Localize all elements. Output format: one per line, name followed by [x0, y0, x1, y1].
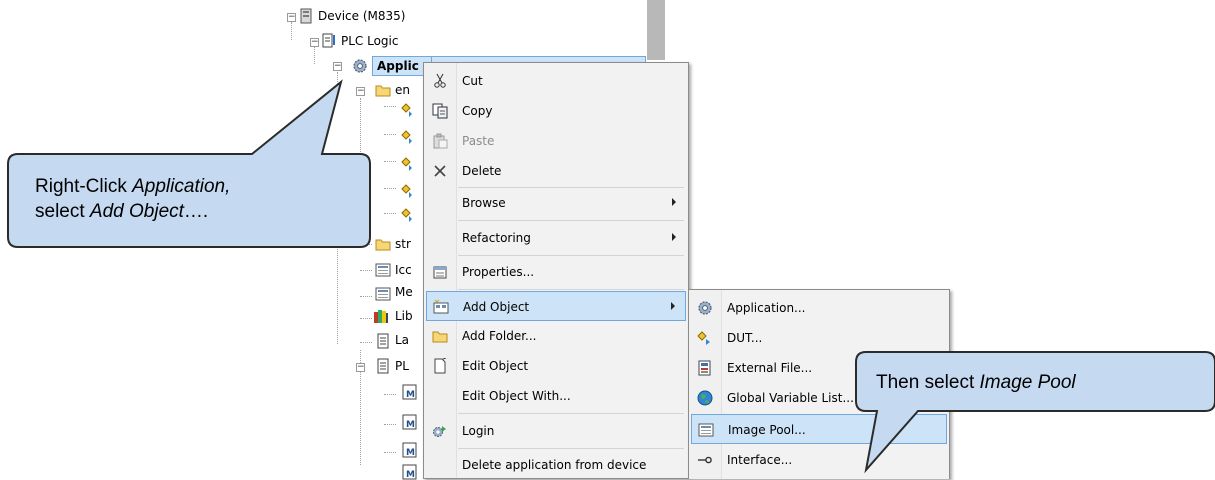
callout-text-italic: Add Object	[89, 201, 184, 222]
right-callout-text: Then select Image Pool	[876, 370, 1076, 395]
callout-text-part: ….	[183, 201, 209, 222]
callout-text-part: Right-Click	[35, 176, 133, 197]
callout-shapes	[7, 79, 1215, 474]
left-callout-text: Right-Click Application, select Add Obje…	[35, 174, 230, 224]
callout-text-part: select	[35, 201, 90, 222]
callout-text-part: Then select	[876, 372, 980, 393]
callout-text-italic: Application,	[132, 176, 231, 197]
callout-text-italic: Image Pool	[979, 372, 1076, 393]
